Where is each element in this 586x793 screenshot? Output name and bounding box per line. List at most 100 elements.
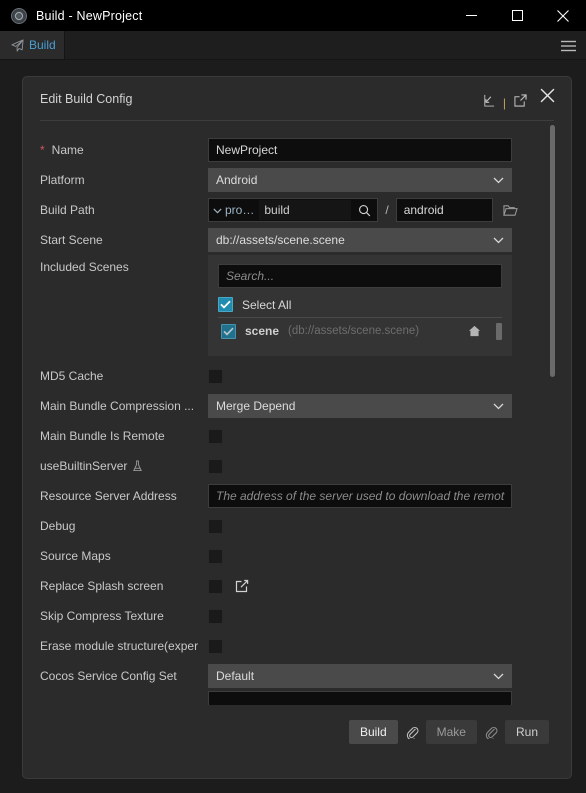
edit-square-icon[interactable]: [235, 579, 249, 593]
label-start-scene: Start Scene: [40, 233, 208, 247]
label-main-bundle-is-remote: Main Bundle Is Remote: [40, 429, 208, 443]
export-arrow-icon[interactable]: [514, 94, 527, 112]
scene-checkbox[interactable]: [221, 323, 236, 339]
folder-icon[interactable]: [498, 204, 524, 217]
name-input[interactable]: NewProject: [208, 138, 512, 162]
edit-build-config-dialog: Edit Build Config | * Name NewProject Pl…: [22, 76, 572, 779]
scene-list-item[interactable]: scene (db://assets/scene.scene): [218, 318, 502, 344]
chevron-down-icon: [213, 203, 222, 217]
row-cocos-service-config-set: Cocos Service Config Set Default: [23, 661, 571, 691]
clipped-trailing-input[interactable]: [208, 691, 512, 705]
erase-module-structure-checkbox[interactable]: [208, 638, 223, 654]
cocos-service-config-set-select[interactable]: Default: [208, 664, 512, 688]
maximize-icon[interactable]: [494, 0, 540, 31]
field-erase-module-structure: [208, 638, 571, 654]
field-main-bundle-is-remote: [208, 428, 571, 444]
build-path-sub-input[interactable]: android: [395, 198, 493, 222]
window-titlebar: Build - NewProject: [0, 0, 586, 31]
row-debug: Debug: [23, 511, 571, 541]
form-scrollbar-thumb[interactable]: [550, 125, 555, 377]
label-source-maps-text: Source Maps: [40, 549, 111, 563]
skip-compress-texture-checkbox[interactable]: [208, 608, 223, 624]
main-bundle-is-remote-checkbox[interactable]: [208, 428, 223, 444]
label-replace-splash-screen: Replace Splash screen: [40, 579, 208, 593]
label-skip-compress-texture: Skip Compress Texture: [40, 609, 208, 623]
build-path-separator: /: [385, 203, 389, 217]
run-button[interactable]: Run: [504, 720, 549, 744]
label-platform-text: Platform: [40, 173, 85, 187]
dialog-close-icon[interactable]: [537, 85, 557, 105]
hamburger-menu-icon[interactable]: [561, 31, 576, 60]
make-button[interactable]: Make: [425, 720, 477, 744]
field-start-scene: db://assets/scene.scene: [208, 228, 571, 252]
row-platform: Platform Android: [23, 165, 571, 195]
row-build-path: Build Path pro… build / android: [23, 195, 571, 225]
label-included-scenes: Included Scenes: [40, 260, 208, 274]
field-cocos-service-config-set: Default: [208, 664, 571, 688]
field-skip-compress-texture: [208, 608, 571, 624]
build-path-project-label: pro…: [225, 203, 255, 217]
scenes-search-input[interactable]: Search...: [218, 264, 502, 288]
tab-build-label: Build: [29, 38, 56, 52]
row-start-scene: Start Scene db://assets/scene.scene: [23, 225, 571, 255]
field-name: NewProject: [208, 138, 571, 162]
start-scene-select[interactable]: db://assets/scene.scene: [208, 228, 512, 252]
label-main-bundle-is-remote-text: Main Bundle Is Remote: [40, 429, 165, 443]
tab-strip: Build: [0, 31, 586, 60]
select-all-checkbox[interactable]: [218, 297, 233, 312]
build-path-project-dropdown[interactable]: pro…: [209, 203, 259, 217]
scene-path: (db://assets/scene.scene): [288, 325, 420, 337]
field-use-builtin-server: [208, 458, 571, 474]
select-all-label: Select All: [242, 297, 292, 312]
build-config-form: * Name NewProject Platform Android Build…: [23, 121, 571, 705]
label-skip-compress-texture-text: Skip Compress Texture: [40, 609, 164, 623]
label-source-maps: Source Maps: [40, 549, 208, 563]
paperclip-icon[interactable]: [484, 720, 498, 744]
cocos-service-config-set-value: Default: [216, 669, 255, 683]
import-arrow-icon[interactable]: [482, 94, 495, 112]
platform-select[interactable]: Android: [208, 168, 512, 192]
form-scrollbar-track[interactable]: [550, 121, 563, 681]
field-included-scenes: Search... Select All scene (db://assets/…: [208, 255, 571, 356]
debug-checkbox[interactable]: [208, 518, 223, 534]
chevron-down-icon: [493, 237, 504, 244]
search-icon[interactable]: [351, 204, 377, 217]
tab-build[interactable]: Build: [0, 31, 65, 59]
build-path-folder-input[interactable]: build: [259, 200, 352, 220]
row-replace-splash-screen: Replace Splash screen: [23, 571, 571, 601]
label-debug: Debug: [40, 519, 208, 533]
minimize-icon[interactable]: [448, 0, 494, 31]
use-builtin-server-checkbox[interactable]: [208, 458, 223, 474]
field-debug: [208, 518, 571, 534]
md5-cache-checkbox[interactable]: [208, 368, 223, 384]
build-button[interactable]: Build: [348, 720, 398, 744]
close-icon[interactable]: [540, 0, 586, 31]
page-body: Edit Build Config | * Name NewProject Pl…: [0, 60, 586, 793]
replace-splash-screen-checkbox[interactable]: [208, 578, 223, 594]
row-md5-cache: MD5 Cache: [23, 361, 571, 391]
chevron-down-icon: [493, 673, 504, 680]
label-cocos-service-config-set: Cocos Service Config Set: [40, 669, 208, 683]
header-divider: |: [502, 96, 506, 110]
label-main-bundle-compression: Main Bundle Compression ...: [40, 399, 208, 413]
scene-list-scrollbar-thumb[interactable]: [496, 322, 502, 340]
paper-plane-icon: [11, 38, 24, 52]
cocos-logo-icon: [11, 7, 27, 24]
main-bundle-compression-select[interactable]: Merge Depend: [208, 394, 512, 418]
select-all-row[interactable]: Select All: [218, 292, 502, 318]
label-build-path: Build Path: [40, 203, 208, 217]
row-use-builtin-server: useBuiltinServer: [23, 451, 571, 481]
label-start-scene-text: Start Scene: [40, 233, 103, 247]
chevron-down-icon: [493, 177, 504, 184]
home-icon[interactable]: [468, 325, 481, 337]
row-included-scenes: Included Scenes Search... Select All sce…: [23, 255, 571, 361]
label-resource-server-address-text: Resource Server Address: [40, 489, 177, 503]
dialog-title: Edit Build Config: [40, 91, 133, 106]
source-maps-checkbox[interactable]: [208, 548, 223, 564]
label-cocos-service-config-set-text: Cocos Service Config Set: [40, 669, 177, 683]
resource-server-address-input[interactable]: The address of the server used to downlo…: [208, 484, 512, 508]
paperclip-icon[interactable]: [405, 720, 419, 744]
chevron-down-icon: [493, 403, 504, 410]
build-path-root-group: pro… build: [208, 198, 379, 222]
label-md5-cache-text: MD5 Cache: [40, 369, 104, 383]
